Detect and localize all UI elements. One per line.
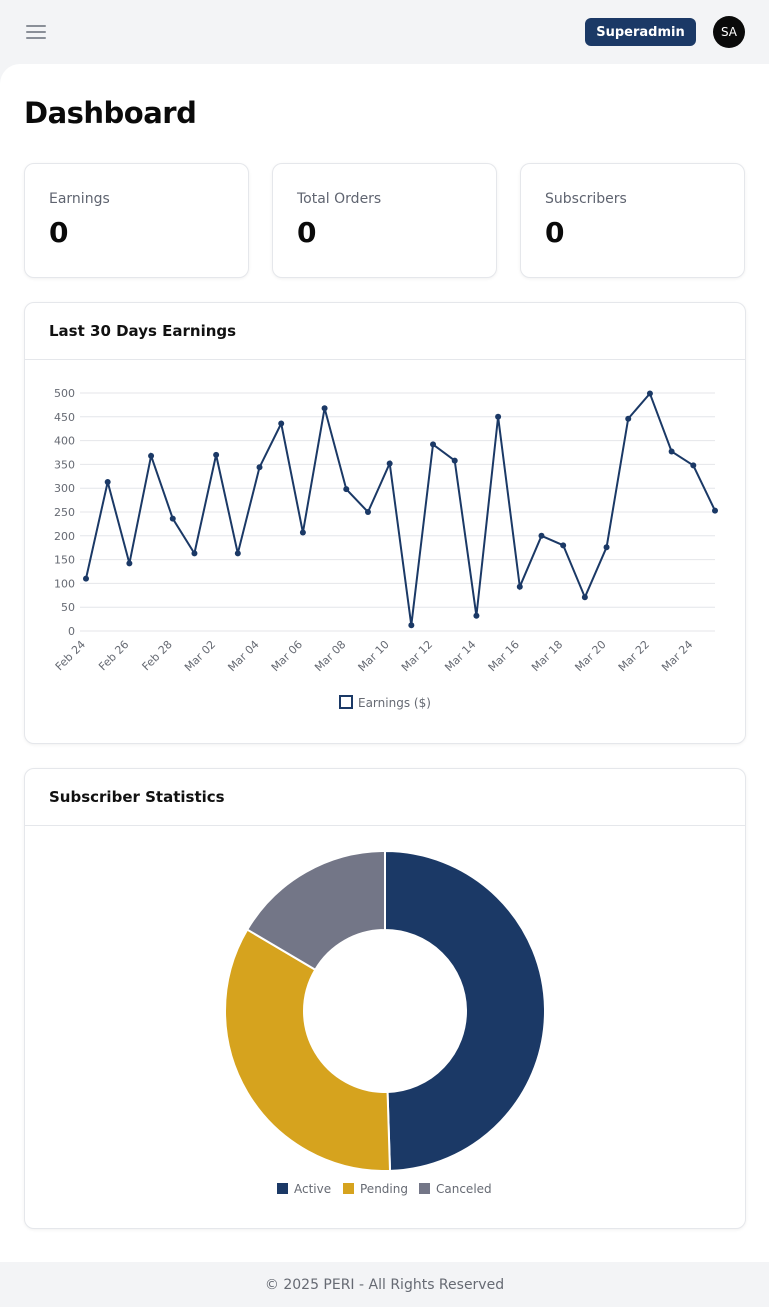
data-point [104, 479, 111, 486]
y-tick-label: 400 [54, 435, 75, 448]
x-tick-label: Mar 24 [659, 638, 695, 674]
data-point [299, 529, 306, 536]
legend-swatch [343, 1183, 354, 1194]
role-badge[interactable]: Superadmin [585, 18, 696, 46]
x-tick-label: Mar 12 [399, 638, 435, 674]
y-tick-label: 0 [68, 625, 75, 638]
x-tick-label: Feb 28 [140, 638, 175, 673]
data-point [408, 622, 415, 629]
donut-slice-active [384, 849, 546, 1172]
x-tick-label: Mar 22 [616, 638, 652, 674]
avatar[interactable]: SA [713, 16, 745, 48]
x-tick-label: Mar 18 [529, 638, 565, 674]
y-tick-label: 200 [54, 530, 75, 543]
x-tick-label: Feb 26 [96, 638, 131, 673]
y-tick-label: 350 [54, 458, 75, 471]
x-tick-label: Mar 06 [269, 638, 305, 674]
stat-label: Earnings [49, 191, 110, 207]
data-point [148, 452, 155, 459]
y-tick-label: 150 [54, 554, 75, 567]
stat-label: Total Orders [297, 191, 382, 207]
legend-label: Canceled [436, 1182, 492, 1196]
data-point [495, 413, 502, 420]
x-tick-label: Feb 24 [53, 638, 88, 673]
data-point [83, 575, 89, 582]
data-point [213, 451, 220, 458]
data-point [278, 420, 285, 427]
earnings-series-line [85, 391, 716, 626]
footer: © 2025 PERI - All Rights Reserved [0, 1262, 769, 1307]
legend-label: Earnings ($) [358, 696, 431, 710]
data-point [126, 560, 133, 567]
legend-label: Pending [360, 1182, 408, 1196]
data-point [560, 542, 567, 549]
subscribers-card: Subscribers 0 [520, 163, 745, 278]
stat-label: Subscribers [545, 191, 627, 207]
y-tick-label: 450 [54, 411, 75, 424]
data-point [603, 544, 610, 551]
y-tick-label: 300 [54, 482, 75, 495]
data-point [538, 532, 545, 539]
data-point [581, 594, 588, 601]
earnings-panel: Last 30 Days Earnings 0 50 100 150 200 250 300… [24, 302, 746, 744]
data-point [343, 486, 350, 493]
x-tick-label: Mar 10 [356, 638, 392, 674]
y-tick-label: 100 [54, 577, 75, 590]
page-title: Dashboard [24, 96, 197, 130]
hamburger-menu-icon[interactable] [26, 24, 46, 40]
data-point [386, 460, 393, 467]
y-tick-label: 250 [54, 506, 75, 519]
data-point [234, 550, 241, 557]
main-content: Dashboard Earnings 0 Total Orders 0 Subs… [0, 64, 769, 1262]
legend-swatch [277, 1183, 288, 1194]
data-point [712, 507, 718, 514]
x-tick-label: Mar 08 [312, 638, 348, 674]
legend-swatch [419, 1183, 430, 1194]
top-bar: Superadmin SA [0, 0, 769, 64]
x-tick-label: Mar 02 [182, 638, 218, 674]
x-tick-label: Mar 16 [486, 638, 522, 674]
data-point [625, 415, 632, 422]
data-point [646, 390, 653, 397]
legend-swatch [339, 695, 353, 709]
legend-label: Active [294, 1182, 331, 1196]
data-point [451, 457, 458, 464]
x-tick-label: Mar 20 [572, 638, 608, 674]
data-point [668, 448, 675, 455]
y-tick-label: 50 [61, 601, 75, 614]
data-point [169, 515, 176, 522]
earnings-line-chart: 050100150200250300350400450500Feb 24 Feb … [53, 387, 718, 710]
stat-value: 0 [49, 216, 69, 249]
data-point [321, 405, 328, 412]
stat-value: 0 [545, 216, 565, 249]
stat-value: 0 [297, 216, 317, 249]
data-point [473, 612, 480, 619]
data-point [690, 462, 697, 469]
x-tick-label: Mar 04 [225, 638, 261, 674]
total-orders-card: Total Orders 0 [272, 163, 497, 278]
subscriber-donut-chart: Active Pending Canceled [224, 849, 546, 1196]
data-point [430, 441, 437, 448]
x-tick-label: Mar 14 [442, 638, 478, 674]
data-point [516, 583, 523, 590]
data-point [256, 464, 263, 471]
earnings-card: Earnings 0 [24, 163, 249, 278]
data-point [191, 550, 198, 557]
y-tick-label: 500 [54, 387, 75, 400]
subscriber-panel: Subscriber Statistics Active Pending Cance… [24, 768, 746, 1229]
data-point [364, 509, 371, 515]
